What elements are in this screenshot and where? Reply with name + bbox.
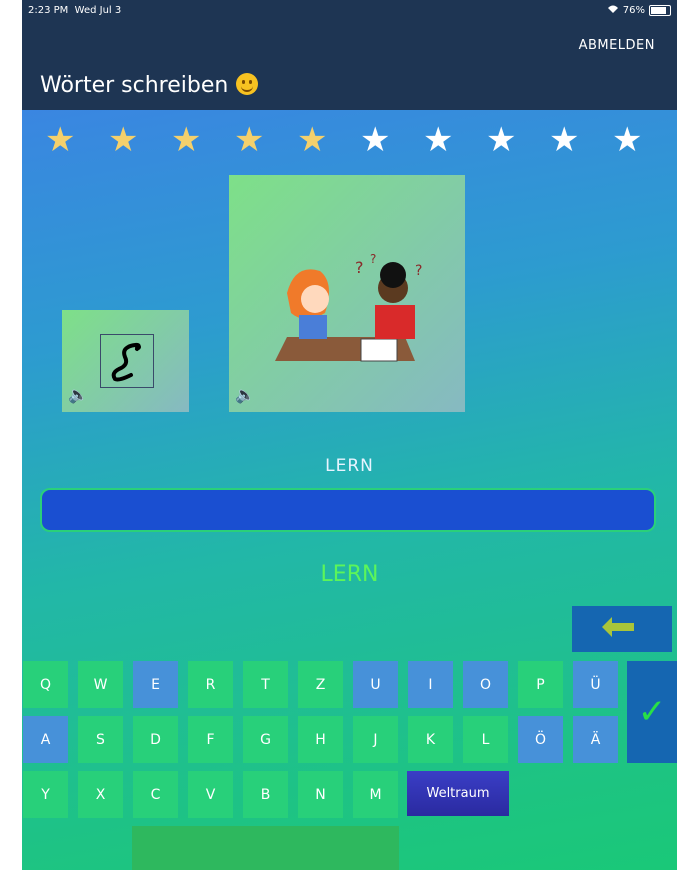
speaker-icon[interactable]: 🔈 xyxy=(235,385,255,404)
key-r[interactable]: R xyxy=(188,661,233,708)
speaker-icon[interactable]: 🔈 xyxy=(68,385,88,404)
key-t[interactable]: T xyxy=(243,661,288,708)
wifi-icon xyxy=(607,4,619,17)
key-o[interactable]: O xyxy=(463,661,508,708)
key-m[interactable]: M xyxy=(353,771,398,818)
star-filled-icon: ★ xyxy=(45,120,76,160)
left-margin xyxy=(0,0,22,870)
key-ü[interactable]: Ü xyxy=(573,661,618,708)
star-empty-icon: ★ xyxy=(549,120,580,160)
key-z[interactable]: Z xyxy=(298,661,343,708)
word-answer: LERN xyxy=(320,562,379,587)
key-e[interactable]: E xyxy=(133,661,178,708)
key-a[interactable]: A xyxy=(23,716,68,763)
key-k[interactable]: K xyxy=(408,716,453,763)
date-text: Wed Jul 3 xyxy=(74,5,122,16)
key-x[interactable]: X xyxy=(78,771,123,818)
star-progress: ★ ★ ★ ★ ★ ★ ★ ★ ★ ★ xyxy=(22,120,677,160)
time-text: 2:23 PM xyxy=(28,5,69,16)
star-filled-icon: ★ xyxy=(108,120,139,160)
key-n[interactable]: N xyxy=(298,771,343,818)
battery-icon xyxy=(649,5,671,16)
smiley-icon xyxy=(236,73,259,95)
picture-card[interactable]: ? ? ? 🔈 xyxy=(229,175,465,412)
space-key[interactable]: Weltraum xyxy=(407,771,509,816)
key-s[interactable]: S xyxy=(78,716,123,763)
arrow-left-icon xyxy=(602,617,634,637)
key-q[interactable]: Q xyxy=(23,661,68,708)
star-empty-icon: ★ xyxy=(486,120,517,160)
answer-input[interactable] xyxy=(40,488,656,532)
word-prompt: LERN xyxy=(325,456,374,476)
star-empty-icon: ★ xyxy=(423,120,454,160)
status-bar: 2:23 PM Wed Jul 3 76% xyxy=(22,0,677,22)
key-b[interactable]: B xyxy=(243,771,288,818)
star-filled-icon: ★ xyxy=(171,120,202,160)
key-j[interactable]: J xyxy=(353,716,398,763)
backspace-button[interactable] xyxy=(572,606,672,652)
letter-card[interactable]: 🔈 xyxy=(62,310,189,412)
spacebar[interactable] xyxy=(132,826,399,870)
key-w[interactable]: W xyxy=(78,661,123,708)
key-y[interactable]: Y xyxy=(23,771,68,818)
logout-button[interactable]: ABMELDEN xyxy=(579,38,655,53)
key-h[interactable]: H xyxy=(298,716,343,763)
key-v[interactable]: V xyxy=(188,771,233,818)
star-empty-icon: ★ xyxy=(360,120,391,160)
header: 2:23 PM Wed Jul 3 76% ABMELDEN Wörter sc… xyxy=(22,0,677,110)
star-filled-icon: ★ xyxy=(234,120,265,160)
key-i[interactable]: I xyxy=(408,661,453,708)
key-c[interactable]: C xyxy=(133,771,178,818)
key-ö[interactable]: Ö xyxy=(518,716,563,763)
key-p[interactable]: P xyxy=(518,661,563,708)
star-filled-icon: ★ xyxy=(297,120,328,160)
status-right: 76% xyxy=(607,4,671,17)
page-title-text: Wörter schreiben xyxy=(40,73,229,98)
key-ä[interactable]: Ä xyxy=(573,716,618,763)
key-d[interactable]: D xyxy=(133,716,178,763)
key-g[interactable]: G xyxy=(243,716,288,763)
illustration: ? ? ? xyxy=(265,252,435,373)
main-area: ★ ★ ★ ★ ★ ★ ★ ★ ★ ★ 🔈 ? ? ? 🔈 LERN LERN … xyxy=(22,110,677,870)
key-u[interactable]: U xyxy=(353,661,398,708)
svg-text:?: ? xyxy=(415,263,422,279)
snake-image xyxy=(100,334,154,388)
submit-check-button[interactable]: ✓ xyxy=(627,661,677,763)
key-f[interactable]: F xyxy=(188,716,233,763)
star-empty-icon: ★ xyxy=(612,120,643,160)
svg-text:?: ? xyxy=(355,258,364,277)
svg-text:?: ? xyxy=(370,253,376,266)
page-title: Wörter schreiben xyxy=(40,73,259,98)
status-time: 2:23 PM Wed Jul 3 xyxy=(28,5,121,16)
battery-percent: 76% xyxy=(622,5,645,16)
key-l[interactable]: L xyxy=(463,716,508,763)
app: 2:23 PM Wed Jul 3 76% ABMELDEN Wörter sc… xyxy=(0,0,677,870)
